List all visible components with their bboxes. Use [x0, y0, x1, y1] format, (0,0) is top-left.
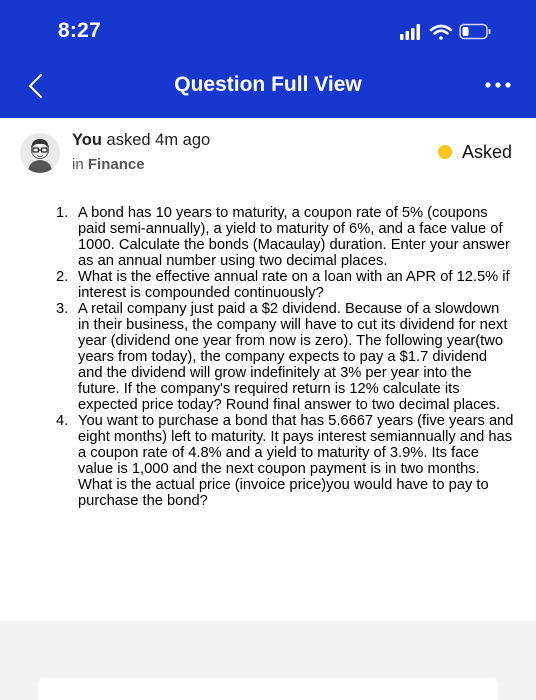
- user-avatar: [20, 133, 60, 173]
- cellular-signal-icon: [400, 24, 420, 40]
- question-item-4: 4. You want to purchase a bond that has …: [0, 413, 536, 509]
- question-number: 3.: [56, 301, 69, 317]
- question-text: You want to purchase a bond that has 5.6…: [78, 413, 514, 509]
- wifi-icon: [429, 24, 453, 40]
- asked-by-line: You asked 4m ago: [72, 131, 210, 150]
- question-body: 1. A bond has 10 years to maturity, a co…: [0, 205, 536, 509]
- question-number: 1.: [56, 205, 69, 221]
- page-title: Question Full View: [174, 73, 362, 96]
- top-bar: 8:27 Question Full View: [0, 0, 536, 118]
- asked-time: asked 4m ago: [106, 131, 211, 149]
- answer-area: [0, 621, 536, 700]
- question-list: 1. A bond has 10 years to maturity, a co…: [0, 205, 536, 509]
- status-time: 8:27: [58, 19, 101, 42]
- subject-line: in Finance: [72, 156, 145, 173]
- more-dots-icon: [485, 82, 511, 88]
- question-number: 2.: [56, 269, 69, 285]
- more-options-button[interactable]: [484, 77, 512, 93]
- question-item-2: 2. What is the effective annual rate on …: [0, 269, 536, 301]
- question-number: 4.: [56, 413, 69, 429]
- status-text: Asked: [462, 142, 513, 162]
- battery-icon: [459, 23, 491, 40]
- question-item-3: 3. A retail company just paid a $2 divid…: [0, 301, 536, 413]
- subject-prefix: in: [72, 156, 84, 173]
- question-item-1: 1. A bond has 10 years to maturity, a co…: [0, 205, 536, 269]
- user-avatar-icon: [20, 133, 60, 173]
- question-header: You asked 4m ago in Finance Asked: [0, 118, 536, 193]
- question-text: A retail company just paid a $2 dividend…: [78, 301, 508, 413]
- answer-card[interactable]: [38, 678, 498, 700]
- subject-name[interactable]: Finance: [88, 156, 145, 173]
- status-icons: [400, 22, 510, 42]
- question-text: A bond has 10 years to maturity, a coupo…: [78, 205, 510, 269]
- status-icons-svg: [400, 23, 491, 40]
- asker-name: You: [72, 131, 102, 149]
- question-text: What is the effective annual rate on a l…: [78, 269, 510, 301]
- status-dot-icon: [438, 145, 452, 159]
